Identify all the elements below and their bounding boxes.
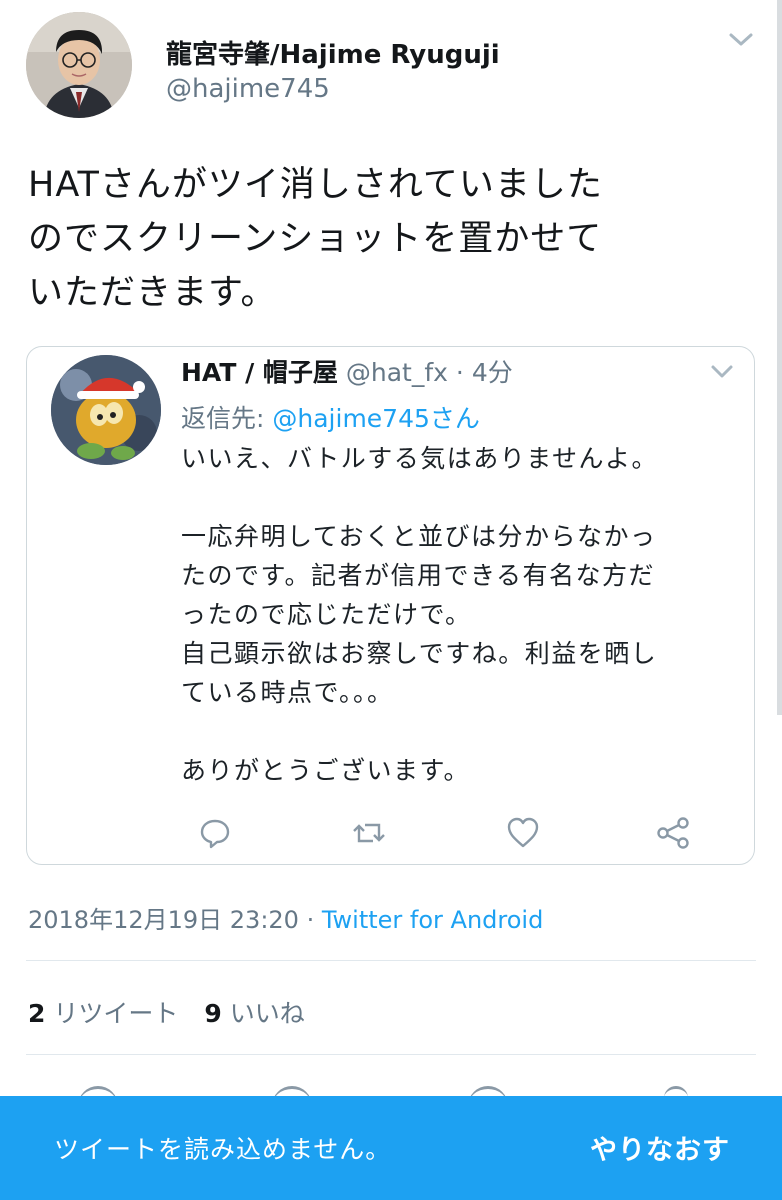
snackbar-message: ツイートを読み込めません。 bbox=[54, 1135, 392, 1164]
meta-separator: · bbox=[455, 358, 464, 387]
error-snackbar: ツイートを読み込めません。 やりなおす bbox=[0, 1096, 782, 1200]
retweet-label: リツイート bbox=[53, 999, 179, 1028]
divider bbox=[26, 960, 756, 961]
quoted-tweet-time: 4分 bbox=[471, 358, 513, 387]
tweet-author-header: 龍宮寺肇/Hajime Ryuguji @hajime745 bbox=[26, 12, 766, 130]
quoted-tweet-actions bbox=[181, 815, 701, 851]
attached-screenshot-card[interactable]: HAT / 帽子屋 @hat_fx · 4分 返信先: @hajime745さん… bbox=[26, 346, 755, 865]
quoted-tweet-header: HAT / 帽子屋 @hat_fx · 4分 bbox=[181, 353, 513, 389]
client-link[interactable]: Twitter for Android bbox=[322, 906, 543, 934]
divider bbox=[26, 1054, 756, 1055]
tweet-text-line: いただきます。 bbox=[28, 273, 277, 313]
chevron-down-icon[interactable] bbox=[728, 30, 754, 50]
quoted-tweet-body: いいえ、バトルする気はありませんよ。 一応弁明しておくと並びは分からなかっ たの… bbox=[181, 439, 741, 790]
timestamp-separator: · bbox=[298, 906, 322, 934]
timestamp-text: 2018年12月19日 23:20 bbox=[28, 906, 299, 934]
body-line: いいえ、バトルする気はありませんよ。 bbox=[181, 444, 659, 473]
chevron-down-icon bbox=[711, 365, 733, 378]
author-avatar[interactable] bbox=[26, 12, 132, 118]
body-line: ありがとうございます。 bbox=[181, 756, 471, 785]
reply-prefix: 返信先: bbox=[181, 404, 265, 433]
retweet-icon bbox=[353, 823, 385, 843]
share-icon bbox=[657, 817, 689, 849]
scrollbar-thumb[interactable] bbox=[777, 0, 782, 715]
body-line: 一応弁明しておくと並びは分からなかっ bbox=[181, 522, 657, 551]
tweet-text: HATさんがツイ消しされていました のでスクリーンショットを置かせて いただきま… bbox=[28, 158, 728, 320]
tweet-timestamp: 2018年12月19日 23:20 · Twitter for Android bbox=[28, 900, 543, 935]
like-stat[interactable]: 9 いいね bbox=[204, 999, 304, 1028]
body-line: ている時点で。。。 bbox=[181, 678, 394, 707]
author-handle[interactable]: @hajime745 bbox=[166, 74, 330, 104]
quoted-author-name: HAT / 帽子屋 bbox=[181, 358, 338, 387]
reply-to-line: 返信先: @hajime745さん bbox=[181, 399, 480, 435]
author-display-name[interactable]: 龍宮寺肇/Hajime Ryuguji bbox=[166, 34, 500, 71]
body-line bbox=[181, 712, 741, 751]
body-line: 自己顕示欲はお察しですね。利益を晒し bbox=[181, 639, 658, 668]
tweet-stats: 2 リツイート 9 いいね bbox=[28, 994, 305, 1030]
quoted-author-handle: @hat_fx bbox=[345, 358, 448, 387]
like-count: 9 bbox=[204, 999, 222, 1028]
body-line: たのです。記者が信用できる有名な方だ bbox=[181, 561, 656, 590]
tweet-text-line: HATさんがツイ消しされていました bbox=[28, 165, 603, 205]
body-line bbox=[181, 478, 741, 517]
quoted-author-avatar bbox=[51, 355, 161, 465]
retweet-stat[interactable]: 2 リツイート bbox=[28, 999, 178, 1028]
tweet-text-line: のでスクリーンショットを置かせて bbox=[28, 219, 603, 259]
retweet-count: 2 bbox=[28, 999, 46, 1028]
retry-button[interactable]: やりなおす bbox=[590, 1128, 730, 1167]
reply-mention: @hajime745さん bbox=[272, 404, 480, 433]
reply-icon bbox=[200, 819, 230, 849]
like-icon bbox=[507, 817, 539, 848]
like-label: いいね bbox=[229, 999, 305, 1028]
body-line: ったので応じただけで。 bbox=[181, 600, 472, 629]
